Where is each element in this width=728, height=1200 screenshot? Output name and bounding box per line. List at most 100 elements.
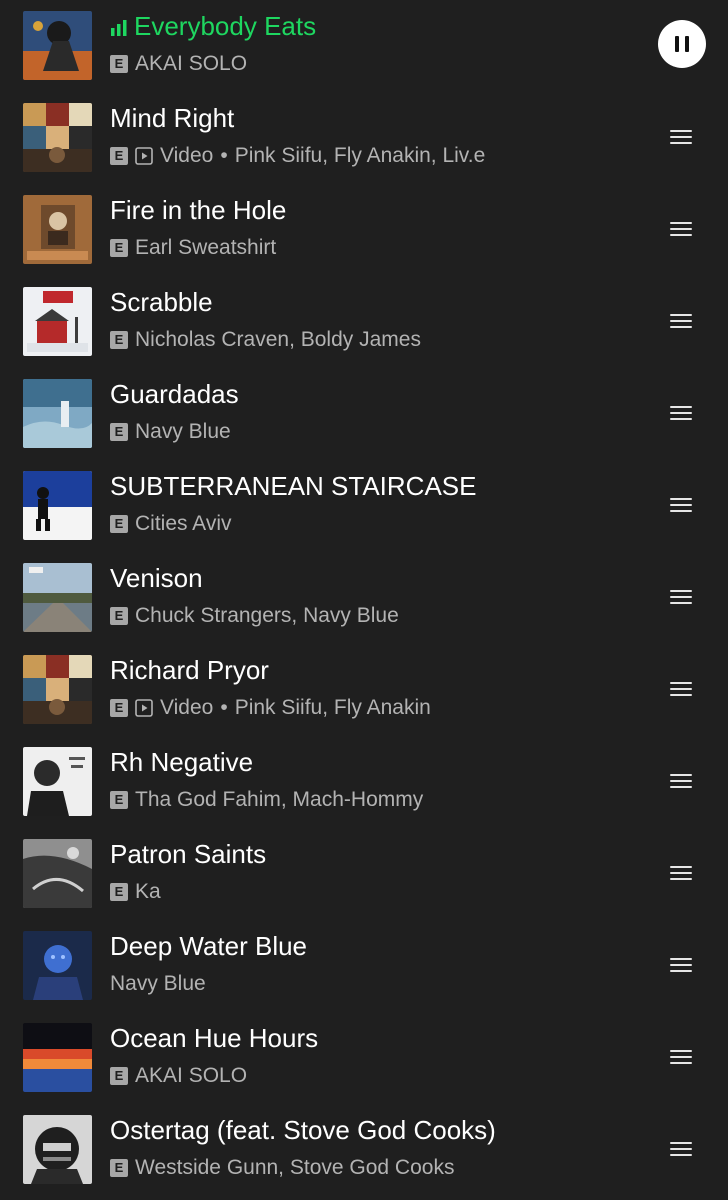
queue-track-row[interactable]: Venison E Chuck Strangers, Navy Blue: [0, 552, 728, 644]
track-artists: Ka: [135, 880, 161, 903]
explicit-badge: E: [110, 699, 128, 717]
track-title: Venison: [110, 563, 203, 593]
drag-handle-icon[interactable]: [670, 1141, 692, 1157]
track-subtitle: E Video • Pink Siifu, Fly Anakin, Liv.e: [110, 142, 485, 170]
track-artists: Chuck Strangers, Navy Blue: [135, 604, 399, 627]
drag-handle-icon[interactable]: [670, 405, 692, 421]
track-subtitle: E Video • Pink Siifu, Fly Anakin: [110, 694, 431, 722]
drag-handle-icon[interactable]: [670, 681, 692, 697]
track-title: Deep Water Blue: [110, 931, 308, 961]
pause-icon-bar: [685, 36, 689, 52]
album-art: [23, 563, 92, 632]
album-art: [23, 195, 92, 264]
equalizer-icon: [110, 11, 128, 36]
track-title: Ostertag (feat. Stove God Cooks): [110, 1115, 496, 1145]
separator-dot: •: [220, 696, 228, 719]
drag-handle-icon[interactable]: [670, 497, 692, 513]
track-title: Fire in the Hole: [110, 195, 287, 225]
track-title: Scrabble: [110, 287, 213, 317]
album-art: [23, 287, 92, 356]
album-art: [23, 1115, 92, 1184]
queue-track-row[interactable]: Fire in the Hole E Earl Sweatshirt: [0, 184, 728, 276]
now-playing-title-text: Everybody Eats: [134, 11, 317, 41]
explicit-badge: E: [110, 883, 128, 901]
album-art: [23, 839, 92, 908]
queue-track-row[interactable]: Richard Pryor E Video • Pink Siifu, Fly …: [0, 644, 728, 736]
queue-track-row[interactable]: Rh Negative E Tha God Fahim, Mach-Hommy: [0, 736, 728, 828]
explicit-badge: E: [110, 331, 128, 349]
queue-track-row[interactable]: Scrabble E Nicholas Craven, Boldy James: [0, 276, 728, 368]
now-playing-row[interactable]: Everybody Eats E AKAI SOLO: [0, 0, 728, 92]
track-subtitle: E Navy Blue: [110, 418, 231, 446]
play-queue: Everybody Eats E AKAI SOLO Mind Right E …: [0, 0, 728, 1200]
album-art: [23, 379, 92, 448]
drag-handle-icon[interactable]: [670, 221, 692, 237]
track-artists: Tha God Fahim, Mach-Hommy: [135, 788, 424, 811]
pause-button[interactable]: [658, 20, 706, 68]
track-subtitle: E Tha God Fahim, Mach-Hommy: [110, 786, 423, 814]
track-artists: AKAI SOLO: [135, 1064, 248, 1087]
drag-handle-icon[interactable]: [670, 129, 692, 145]
drag-handle-icon[interactable]: [670, 1049, 692, 1065]
track-title: Rh Negative: [110, 747, 254, 777]
queue-track-row[interactable]: SUBTERRANEAN STAIRCASE E Cities Aviv: [0, 460, 728, 552]
track-title: Patron Saints: [110, 839, 267, 869]
explicit-badge: E: [110, 239, 128, 257]
video-label: Video: [160, 144, 214, 167]
drag-handle-icon[interactable]: [670, 773, 692, 789]
track-subtitle: E Westside Gunn, Stove God Cooks: [110, 1154, 454, 1182]
track-subtitle: E Ka: [110, 878, 161, 906]
track-title: Ocean Hue Hours: [110, 1023, 319, 1053]
album-art: [23, 747, 92, 816]
album-art: [23, 103, 92, 172]
track-title: SUBTERRANEAN STAIRCASE: [110, 471, 477, 501]
queue-track-row[interactable]: Patron Saints E Ka: [0, 828, 728, 920]
track-title: Mind Right: [110, 103, 235, 133]
track-artists: Navy Blue: [110, 972, 206, 995]
queue-track-row[interactable]: Ostertag (feat. Stove God Cooks) E Wests…: [0, 1104, 728, 1196]
explicit-badge: E: [110, 515, 128, 533]
album-art: [23, 931, 92, 1000]
track-artists: Navy Blue: [135, 420, 231, 443]
explicit-badge: E: [110, 147, 128, 165]
track-artists: Cities Aviv: [135, 512, 232, 535]
queue-track-row[interactable]: Mind Right E Video • Pink Siifu, Fly Ana…: [0, 92, 728, 184]
track-artists: Pink Siifu, Fly Anakin: [234, 696, 431, 719]
track-title: Richard Pryor: [110, 655, 269, 685]
queue-track-row[interactable]: Guardadas E Navy Blue: [0, 368, 728, 460]
track-subtitle: E Earl Sweatshirt: [110, 234, 276, 262]
now-playing-artists: AKAI SOLO: [135, 52, 248, 75]
album-art: [23, 11, 92, 80]
track-artists: Pink Siifu, Fly Anakin, Liv.e: [234, 144, 486, 167]
queue-track-row[interactable]: Deep Water Blue Navy Blue: [0, 920, 728, 1012]
explicit-badge: E: [110, 55, 128, 73]
track-subtitle: Navy Blue: [110, 970, 206, 998]
drag-handle-icon[interactable]: [670, 957, 692, 973]
explicit-badge: E: [110, 423, 128, 441]
queue-track-row[interactable]: Ocean Hue Hours E AKAI SOLO: [0, 1012, 728, 1104]
video-icon: [135, 699, 153, 717]
track-subtitle: E AKAI SOLO: [110, 1062, 247, 1090]
track-artists: Earl Sweatshirt: [135, 236, 277, 259]
explicit-badge: E: [110, 607, 128, 625]
separator-dot: •: [220, 144, 228, 167]
track-subtitle: E Chuck Strangers, Navy Blue: [110, 602, 399, 630]
drag-handle-icon[interactable]: [670, 589, 692, 605]
pause-icon: [675, 36, 679, 52]
album-art: [23, 1023, 92, 1092]
now-playing-subtitle: E AKAI SOLO: [110, 50, 247, 78]
drag-handle-icon[interactable]: [670, 313, 692, 329]
drag-handle-icon[interactable]: [670, 865, 692, 881]
explicit-badge: E: [110, 1067, 128, 1085]
now-playing-title: Everybody Eats: [110, 10, 316, 42]
explicit-badge: E: [110, 791, 128, 809]
explicit-badge: E: [110, 1159, 128, 1177]
track-subtitle: E Cities Aviv: [110, 510, 231, 538]
album-art: [23, 655, 92, 724]
track-artists: Westside Gunn, Stove God Cooks: [135, 1156, 455, 1179]
video-label: Video: [160, 696, 214, 719]
album-art: [23, 471, 92, 540]
video-icon: [135, 147, 153, 165]
track-subtitle: E Nicholas Craven, Boldy James: [110, 326, 421, 354]
track-title: Guardadas: [110, 379, 239, 409]
